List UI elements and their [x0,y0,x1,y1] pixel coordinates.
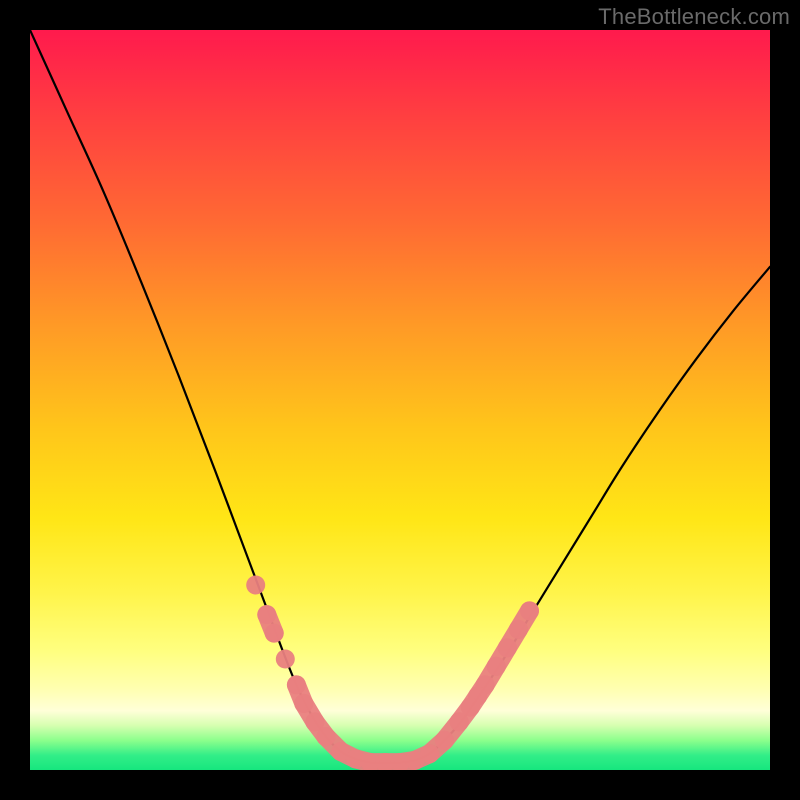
marker-dot [246,576,265,595]
marker-dot [276,650,295,669]
marker-dot [317,727,336,746]
marker-dot [435,731,454,750]
watermark-label: TheBottleneck.com [598,4,790,30]
marker-dot [294,694,313,713]
chart-frame: TheBottleneck.com [0,0,800,800]
marker-dot [420,744,439,763]
chart-plot-area [30,30,770,770]
marker-dot [265,624,284,643]
bottleneck-curve [30,30,770,763]
marker-dot [520,601,539,620]
marker-dot [287,675,306,694]
marker-dot [487,657,506,676]
marker-dot [509,620,528,639]
marker-dot [476,675,495,694]
chart-svg [30,30,770,770]
marker-dot [498,638,517,657]
marker-dot [257,605,276,624]
